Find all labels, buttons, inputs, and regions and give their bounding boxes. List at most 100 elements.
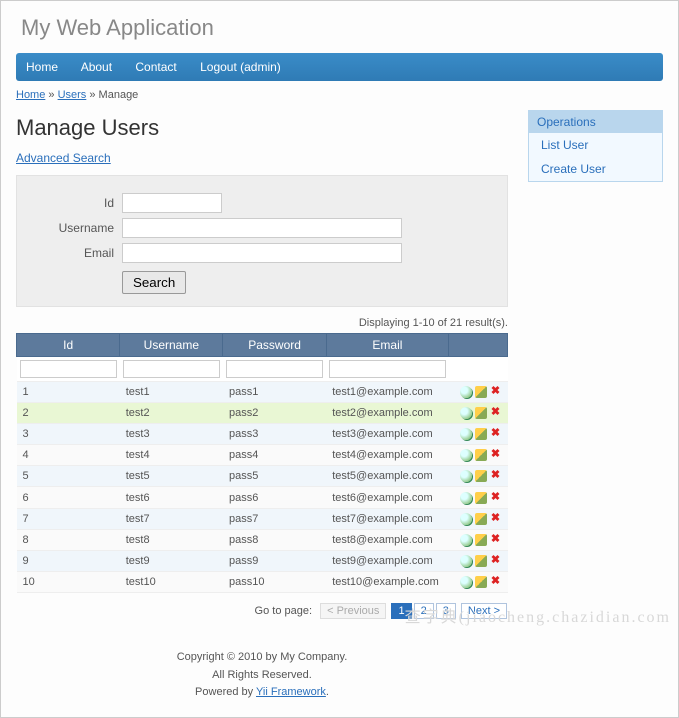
page-title: Manage Users [16,115,508,141]
pager-label: Go to page: [255,605,313,617]
cell-email: test2@example.com [326,403,448,424]
cell-password: pass1 [223,382,326,403]
menu-logout[interactable]: Logout (admin) [200,60,281,74]
view-icon[interactable] [460,407,472,419]
menu-home[interactable]: Home [26,60,58,74]
pager-prev[interactable]: < Previous [320,603,386,619]
table-row[interactable]: 1test1pass1test1@example.com ✖ [17,382,508,403]
delete-icon[interactable]: ✖ [490,576,502,588]
view-icon[interactable] [460,534,472,546]
table-row[interactable]: 5test5pass5test5@example.com✖ [17,466,508,487]
delete-icon[interactable]: ✖ [490,513,502,525]
cell-id: 10 [17,571,120,592]
cell-id: 3 [17,424,120,445]
cell-email: test1@example.com [326,382,448,403]
col-actions [449,334,508,357]
cell-password: pass4 [223,445,326,466]
cell-password: pass2 [223,403,326,424]
col-email[interactable]: Email [326,334,448,357]
advanced-search-link[interactable]: Advanced Search [16,151,111,165]
table-row[interactable]: 10test10pass10test10@example.com ✖ [17,571,508,592]
cell-email: test4@example.com [326,445,448,466]
cell-email: test10@example.com [326,571,448,592]
view-icon[interactable] [460,492,472,504]
table-row[interactable]: 7test7pass7test7@example.com✖ [17,508,508,529]
sidebar-item[interactable]: List User [529,133,662,157]
delete-icon[interactable]: ✖ [490,449,502,461]
delete-icon[interactable]: ✖ [490,555,502,567]
edit-icon[interactable] [475,428,487,440]
cell-email: test3@example.com [326,424,448,445]
menu-contact[interactable]: Contact [135,60,176,74]
edit-icon[interactable] [475,449,487,461]
cell-username: test3 [120,424,223,445]
col-password[interactable]: Password [223,334,326,357]
delete-icon[interactable]: ✖ [490,428,502,440]
table-row[interactable]: 4test4pass4test4@example.com✖ [17,445,508,466]
view-icon[interactable] [460,428,472,440]
table-row[interactable]: 6test6pass6test6@example.com✖ [17,487,508,508]
edit-icon[interactable] [475,407,487,419]
filter-username-input[interactable] [123,360,220,378]
edit-icon[interactable] [475,470,487,482]
cell-username: test4 [120,445,223,466]
search-button[interactable]: Search [122,271,186,294]
cell-username: test2 [120,403,223,424]
search-email-label: Email [27,246,122,260]
search-username-input[interactable] [122,218,402,238]
delete-icon[interactable]: ✖ [490,534,502,546]
col-id[interactable]: Id [17,334,120,357]
cell-username: test9 [120,550,223,571]
cell-username: test5 [120,466,223,487]
edit-icon[interactable] [475,513,487,525]
cell-id: 2 [17,403,120,424]
col-username[interactable]: Username [120,334,223,357]
delete-icon[interactable]: ✖ [490,470,502,482]
cell-username: test7 [120,508,223,529]
cell-password: pass5 [223,466,326,487]
cell-username: test6 [120,487,223,508]
main-menu: Home About Contact Logout (admin) [16,53,663,81]
view-icon[interactable] [460,555,472,567]
edit-icon[interactable] [475,534,487,546]
view-icon[interactable] [460,386,472,398]
view-icon[interactable] [460,513,472,525]
table-row[interactable]: 9test9pass9test9@example.com ✖ [17,550,508,571]
cell-id: 9 [17,550,120,571]
edit-icon[interactable] [475,492,487,504]
breadcrumb-current: Manage [99,89,139,101]
cell-id: 7 [17,508,120,529]
cell-username: test1 [120,382,223,403]
delete-icon[interactable]: ✖ [490,386,502,398]
yii-link[interactable]: Yii Framework [256,686,326,698]
view-icon[interactable] [460,470,472,482]
delete-icon[interactable]: ✖ [490,407,502,419]
table-row[interactable]: 3test3pass3test3@example.com✖ [17,424,508,445]
cell-password: pass9 [223,550,326,571]
search-id-input[interactable] [122,193,222,213]
sidebar-item[interactable]: Create User [529,157,662,181]
table-row[interactable]: 2test2pass2test2@example.com ✖ [17,403,508,424]
breadcrumb-home[interactable]: Home [16,89,45,101]
view-icon[interactable] [460,449,472,461]
search-email-input[interactable] [122,243,402,263]
filter-password-input[interactable] [226,360,323,378]
menu-about[interactable]: About [81,60,112,74]
filter-email-input[interactable] [329,360,445,378]
delete-icon[interactable]: ✖ [490,492,502,504]
cell-password: pass10 [223,571,326,592]
cell-username: test8 [120,529,223,550]
cell-username: test10 [120,571,223,592]
footer: Copyright © 2010 by My Company. All Righ… [16,649,508,702]
cell-email: test9@example.com [326,550,448,571]
view-icon[interactable] [460,576,472,588]
edit-icon[interactable] [475,576,487,588]
edit-icon[interactable] [475,386,487,398]
cell-id: 1 [17,382,120,403]
table-row[interactable]: 8test8pass8test8@example.com✖ [17,529,508,550]
filter-id-input[interactable] [20,360,117,378]
edit-icon[interactable] [475,555,487,567]
cell-id: 6 [17,487,120,508]
breadcrumb-users[interactable]: Users [58,89,87,101]
cell-password: pass7 [223,508,326,529]
